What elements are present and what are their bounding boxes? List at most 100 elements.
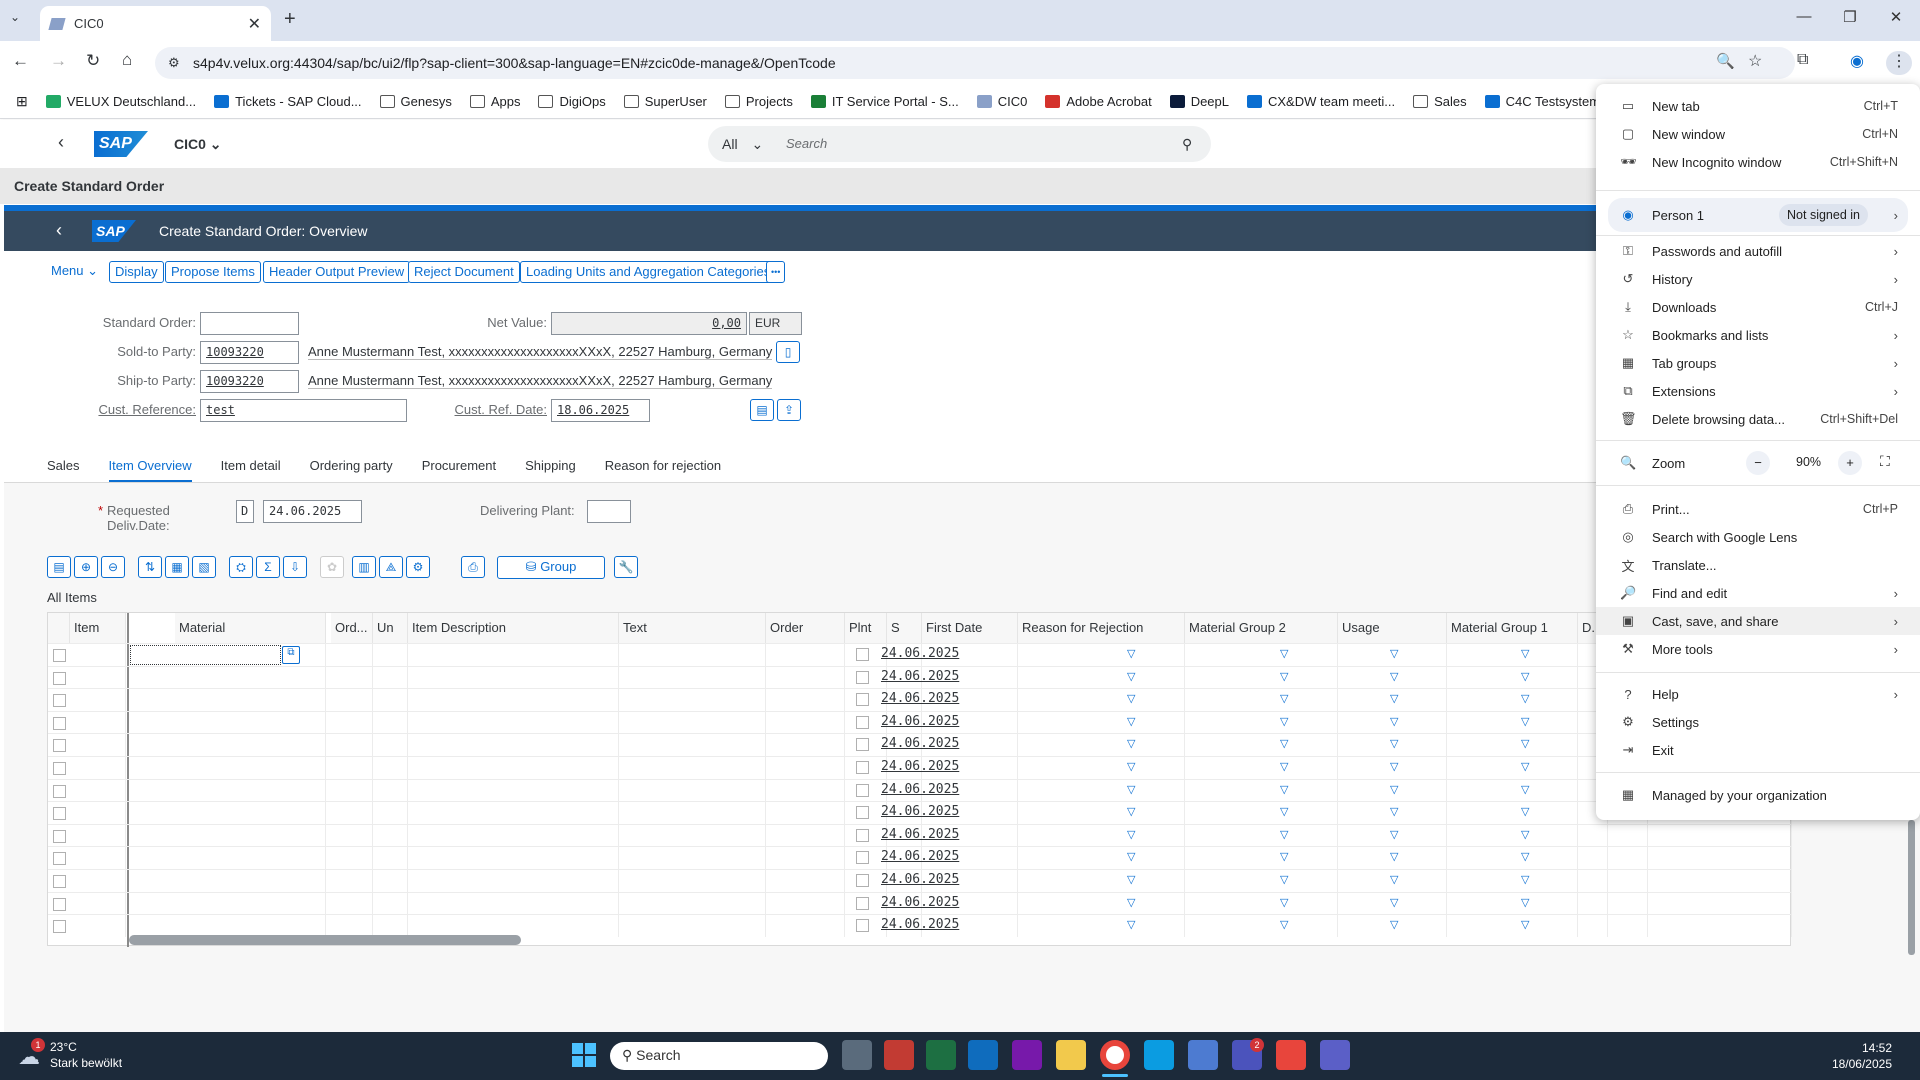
column-header[interactable]: Order: [766, 613, 845, 643]
row-selector[interactable]: [53, 762, 66, 775]
first-date[interactable]: 24.06.2025: [881, 714, 959, 729]
status-checkbox[interactable]: [856, 693, 869, 707]
print-layout-icon[interactable]: ⎙: [461, 556, 485, 578]
column-header[interactable]: Text: [619, 613, 766, 643]
sap-logon-icon[interactable]: [884, 1040, 914, 1070]
dropdown-chevron-icon[interactable]: ▽: [1390, 737, 1398, 750]
zoom-indicator-icon[interactable]: 🔍: [1716, 52, 1735, 70]
menu-item-person-1[interactable]: ◉ Person 1 Not signed in ›: [1608, 198, 1908, 232]
tab-shipping[interactable]: Shipping: [525, 458, 576, 482]
search-scope-select[interactable]: All ⌄: [722, 136, 763, 153]
first-date[interactable]: 24.06.2025: [881, 691, 959, 706]
row-selector[interactable]: [53, 852, 66, 866]
dropdown-chevron-icon[interactable]: ▽: [1280, 760, 1288, 773]
deliv-date-unit-input[interactable]: D: [236, 500, 254, 523]
column-header[interactable]: Item: [70, 613, 126, 643]
graph-icon[interactable]: ⟁: [379, 556, 403, 578]
tab-sales[interactable]: Sales: [47, 458, 80, 482]
dropdown-chevron-icon[interactable]: ▽: [1521, 896, 1529, 909]
dropdown-chevron-icon[interactable]: ▽: [1390, 783, 1398, 796]
document-icon[interactable]: ▤: [750, 399, 774, 421]
standard-order-input[interactable]: [200, 312, 299, 335]
menu-item-bookmarks-and-lists[interactable]: ☆ Bookmarks and lists ›: [1596, 321, 1920, 349]
export-icon[interactable]: ⇩: [283, 556, 307, 578]
dropdown-chevron-icon[interactable]: ▽: [1521, 805, 1529, 818]
close-tab-icon[interactable]: ✕: [248, 14, 261, 34]
chrome-icon[interactable]: [1100, 1040, 1130, 1070]
dropdown-chevron-icon[interactable]: ▽: [1280, 737, 1288, 750]
row-selector[interactable]: [53, 716, 66, 730]
zoom-in-button[interactable]: +: [1838, 451, 1862, 475]
shell-search[interactable]: [708, 126, 1211, 162]
reject-document-button[interactable]: Reject Document: [408, 261, 520, 283]
bookmark-item[interactable]: Adobe Acrobat: [1045, 94, 1152, 109]
first-date[interactable]: 24.06.2025: [881, 872, 959, 887]
first-date[interactable]: 24.06.2025: [881, 669, 959, 684]
upload-icon[interactable]: ⇪: [777, 399, 801, 421]
apps-grid-icon[interactable]: ⊞: [16, 93, 28, 110]
bookmark-item[interactable]: Genesys: [379, 94, 452, 109]
dropdown-chevron-icon[interactable]: ▽: [1390, 647, 1398, 660]
dropdown-chevron-icon[interactable]: ▽: [1390, 805, 1398, 818]
dropdown-chevron-icon[interactable]: ▽: [1127, 737, 1135, 750]
status-checkbox[interactable]: [856, 715, 869, 729]
dropdown-chevron-icon[interactable]: ▽: [1280, 715, 1288, 728]
genesys-icon[interactable]: [1276, 1040, 1306, 1070]
column-header[interactable]: Un: [373, 613, 408, 643]
task-view-icon[interactable]: [842, 1040, 872, 1070]
new-tab-icon[interactable]: +: [284, 8, 296, 31]
menu-item-history[interactable]: ↺ History ›: [1596, 265, 1920, 293]
first-date[interactable]: 24.06.2025: [881, 827, 959, 842]
dropdown-chevron-icon[interactable]: ▽: [1280, 918, 1288, 931]
first-date[interactable]: 24.06.2025: [881, 759, 959, 774]
dropdown-chevron-icon[interactable]: ▽: [1521, 670, 1529, 683]
delivering-plant-input[interactable]: [587, 500, 631, 523]
select-all-icon[interactable]: ▦: [165, 556, 189, 578]
column-header[interactable]: Plnt: [845, 613, 887, 643]
first-date[interactable]: 24.06.2025: [881, 804, 959, 819]
dropdown-chevron-icon[interactable]: ▽: [1390, 828, 1398, 841]
dropdown-chevron-icon[interactable]: ▽: [1521, 715, 1529, 728]
status-checkbox[interactable]: [856, 738, 869, 752]
sort-icon[interactable]: ⇅: [138, 556, 162, 578]
bookmark-item[interactable]: DigiOps: [538, 94, 606, 109]
dropdown-chevron-icon[interactable]: ▽: [1521, 850, 1529, 863]
dropdown-chevron-icon[interactable]: ▽: [1280, 670, 1288, 683]
dropdown-chevron-icon[interactable]: ▽: [1521, 647, 1529, 660]
outlook-icon[interactable]: [968, 1040, 998, 1070]
menu-item-find-and-edit[interactable]: 🔎 Find and edit ›: [1596, 579, 1920, 607]
status-checkbox[interactable]: [856, 874, 869, 887]
dropdown-chevron-icon[interactable]: ▽: [1280, 828, 1288, 841]
bookmark-item[interactable]: DeepL: [1169, 94, 1229, 109]
dropdown-chevron-icon[interactable]: ▽: [1521, 783, 1529, 796]
settings-wrench-icon[interactable]: 🔧: [614, 556, 638, 578]
menu-item-zoom[interactable]: 🔍 Zoom − 90% + ⛶: [1596, 449, 1920, 477]
dropdown-chevron-icon[interactable]: ▽: [1390, 850, 1398, 863]
dropdown-chevron-icon[interactable]: ▽: [1521, 692, 1529, 705]
dropdown-chevron-icon[interactable]: ▽: [1280, 692, 1288, 705]
forward-icon[interactable]: →: [50, 51, 67, 71]
bookmark-item[interactable]: Apps: [469, 94, 520, 109]
menu-button[interactable]: Menu ⌄: [51, 263, 98, 279]
bookmark-item[interactable]: Sales: [1413, 94, 1467, 109]
dropdown-chevron-icon[interactable]: ▽: [1127, 783, 1135, 796]
dropdown-chevron-icon[interactable]: ▽: [1390, 760, 1398, 773]
site-info-icon[interactable]: ⚙: [168, 55, 180, 71]
menu-item-delete-browsing-data[interactable]: 🗑 Delete browsing data... Ctrl+Shift+Del: [1596, 405, 1920, 433]
row-selector[interactable]: [53, 897, 66, 911]
deselect-all-icon[interactable]: ▧: [192, 556, 216, 578]
dropdown-chevron-icon[interactable]: ▽: [1280, 873, 1288, 886]
bookmark-item[interactable]: Projects: [724, 94, 793, 109]
disabled-icon[interactable]: ✿: [320, 556, 344, 578]
column-header[interactable]: Item Description: [408, 613, 619, 643]
first-date[interactable]: 24.06.2025: [881, 917, 959, 932]
dropdown-chevron-icon[interactable]: ▽: [1390, 670, 1398, 683]
menu-item-cast-save-and-share[interactable]: ▣ Cast, save, and share ›: [1596, 607, 1920, 635]
column-header[interactable]: Usage: [1338, 613, 1447, 643]
loading-units-button[interactable]: Loading Units and Aggregation Categories: [520, 261, 777, 283]
dropdown-chevron-icon[interactable]: ▽: [1390, 918, 1398, 931]
bookmark-item[interactable]: IT Service Portal - S...: [810, 94, 959, 109]
ship-to-input[interactable]: 10093220: [200, 370, 299, 393]
tab-ordering-party[interactable]: Ordering party: [310, 458, 393, 482]
dropdown-chevron-icon[interactable]: ▽: [1127, 805, 1135, 818]
